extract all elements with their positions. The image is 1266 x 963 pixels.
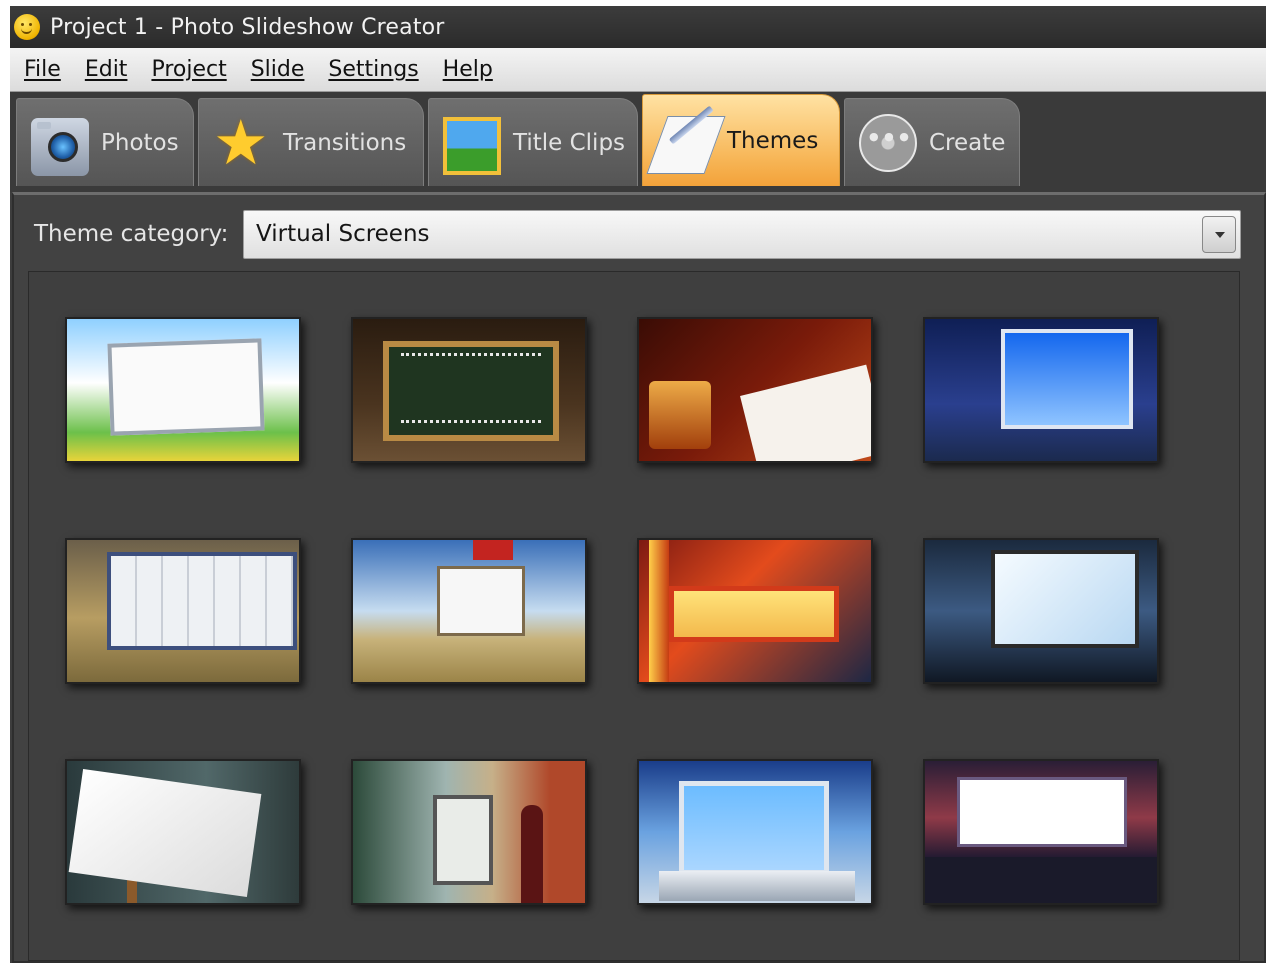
- theme-thumbnail-laptop[interactable]: [637, 759, 873, 905]
- tab-create-label: Create: [929, 129, 1006, 156]
- tab-themes[interactable]: Themes: [642, 94, 840, 186]
- theme-thumbnail-nature-frame[interactable]: [65, 317, 301, 463]
- theme-thumbnail-city-billboard[interactable]: [923, 317, 1159, 463]
- star-icon: ★: [213, 105, 269, 179]
- window-title: Project 1 - Photo Slideshow Creator: [50, 14, 445, 40]
- themes-panel: Theme category: Virtual Screens: [12, 192, 1266, 963]
- theme-gallery: [28, 271, 1240, 961]
- tab-transitions[interactable]: ★ Transitions: [198, 98, 424, 186]
- theme-thumbnail-theater-marquee[interactable]: [637, 538, 873, 684]
- theme-thumbnail-projector-screen[interactable]: [923, 538, 1159, 684]
- main-tab-strip: Photos ★ Transitions Title Clips Themes …: [10, 92, 1266, 192]
- theme-category-value: Virtual Screens: [256, 221, 430, 247]
- tab-photos[interactable]: Photos: [16, 98, 194, 186]
- menu-edit[interactable]: Edit: [73, 57, 140, 82]
- dropdown-arrow-icon[interactable]: [1202, 216, 1236, 253]
- app-smiley-icon: [14, 14, 40, 40]
- menu-settings[interactable]: Settings: [316, 57, 430, 82]
- theme-thumbnail-bus-stop[interactable]: [351, 759, 587, 905]
- menu-slide[interactable]: Slide: [239, 57, 317, 82]
- tab-transitions-label: Transitions: [283, 129, 407, 156]
- tab-create[interactable]: Create: [844, 98, 1020, 186]
- theme-thumbnail-chalkboard[interactable]: [351, 317, 587, 463]
- camera-icon: [31, 117, 89, 176]
- theme-thumbnail-beach-sign[interactable]: [351, 538, 587, 684]
- theme-category-label: Theme category:: [34, 221, 229, 247]
- menu-help[interactable]: Help: [431, 57, 505, 82]
- pen-notepad-icon: [646, 116, 726, 174]
- theme-thumbnail-cinema[interactable]: [923, 759, 1159, 905]
- app-window: Project 1 - Photo Slideshow Creator File…: [10, 6, 1266, 963]
- tab-title-clips-label: Title Clips: [513, 129, 626, 156]
- theme-category-dropdown[interactable]: Virtual Screens: [243, 210, 1241, 259]
- picture-icon: [443, 117, 501, 175]
- menu-file[interactable]: File: [10, 57, 73, 82]
- menu-bar: File Edit Project Slide Settings Help: [10, 48, 1266, 92]
- film-reel-icon: [859, 113, 917, 172]
- theme-thumbnail-field-billboard[interactable]: [65, 538, 301, 684]
- tab-title-clips[interactable]: Title Clips: [428, 98, 638, 186]
- theme-thumbnail-whisky-table[interactable]: [637, 317, 873, 463]
- menu-project[interactable]: Project: [139, 57, 238, 82]
- title-bar: Project 1 - Photo Slideshow Creator: [10, 6, 1266, 48]
- tab-photos-label: Photos: [101, 129, 179, 156]
- theme-thumbnail-easel-canvas[interactable]: [65, 759, 301, 905]
- tab-themes-label: Themes: [727, 127, 819, 154]
